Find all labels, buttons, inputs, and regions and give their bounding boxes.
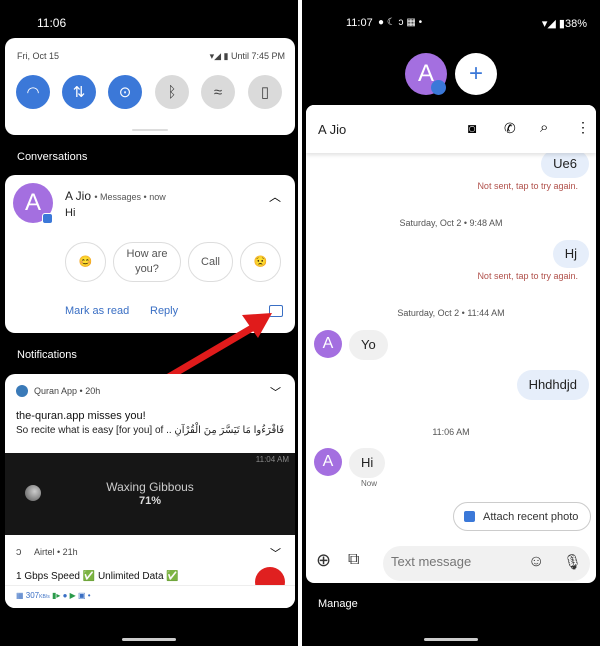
search-icon[interactable]: ⌕ — [540, 119, 548, 136]
nav-handle[interactable] — [424, 638, 478, 641]
quran-notification[interactable]: Quran App • 20h ﹀ the-quran.app misses y… — [5, 374, 295, 453]
status-icons-row: ▦ 307KB/s ▮▸ ● ▶ ▣ • — [5, 585, 295, 608]
chat-window: A Jio ◙ ✆ ⌕ ⋮ Ue6 Not sent, tap to try a… — [306, 105, 596, 583]
message-bubble-out[interactable]: Ue6 — [541, 150, 589, 178]
message-input-container[interactable]: ☺ 🎙 — [383, 546, 590, 581]
nav-handle[interactable] — [122, 638, 176, 641]
app-name: Airtel — [34, 547, 55, 557]
time: 21h — [62, 547, 78, 557]
speed-value: 307 — [25, 591, 40, 600]
quran-header: Quran App • 20h — [34, 386, 101, 396]
quran-body: So recite what is easy [for you] of .. ف… — [16, 425, 285, 436]
video-call-icon[interactable]: ◙ — [468, 120, 476, 136]
chat-header: A Jio ◙ ✆ ⌕ ⋮ — [306, 105, 596, 153]
app-name: Quran App — [34, 386, 78, 396]
expand-chevron-icon[interactable]: ﹀ — [270, 384, 281, 400]
airtel-app-icon: ↄ — [16, 546, 22, 558]
status-time: 11:07 — [346, 17, 373, 29]
airtel-body: 1 Gbps Speed ✅ Unlimited Data ✅ — [16, 571, 179, 582]
timestamp: 11:06 AM — [432, 427, 470, 437]
more-options-icon[interactable]: ⋮ — [576, 119, 590, 136]
airtel-header: Airtel • 21h — [34, 547, 78, 557]
moon-widget: 11:04 AM Waxing Gibbous 71% — [5, 453, 295, 535]
attach-recent-photo-button[interactable]: Attach recent photo — [453, 502, 591, 531]
image-icon — [464, 511, 475, 522]
message-time: Now — [361, 479, 378, 488]
phone-icon[interactable]: ✆ — [504, 120, 516, 137]
moon-phase: Waxing Gibbous — [106, 480, 194, 494]
add-attachment-icon[interactable]: ⊕ — [316, 550, 331, 571]
time: 20h — [85, 386, 101, 396]
quran-title: the-quran.app misses you! — [16, 410, 146, 422]
battery-status: ▾◢ ▮38% — [541, 18, 587, 30]
moon-time: 11:04 AM — [255, 455, 289, 464]
moon-percent: 71% — [138, 495, 162, 507]
message-bubble-out[interactable]: Hhdhdjd — [516, 370, 589, 400]
status-notification-icons: ● ☾ ↄ ▦ • — [378, 17, 423, 28]
message-bubble-in[interactable]: Hi — [349, 448, 386, 478]
manage-button[interactable]: Manage — [318, 598, 358, 610]
add-bubble-button[interactable]: + — [455, 53, 497, 95]
emoji-icon[interactable]: ☺ — [528, 553, 544, 571]
message-bubble-in[interactable]: Yo — [349, 330, 388, 360]
avatar: A — [314, 330, 342, 358]
attach-label: Attach recent photo — [483, 510, 579, 523]
error-status[interactable]: Not sent, tap to try again. — [477, 181, 578, 191]
airtel-notification[interactable]: ↄ Airtel • 21h ﹀ 1 Gbps Speed ✅ Unlimite… — [5, 535, 295, 608]
contact-name: A Jio — [318, 122, 347, 137]
avatar: A — [314, 448, 342, 476]
expand-chevron-icon[interactable]: ﹀ — [270, 545, 281, 561]
notification-shade: 11:06 Fri, Oct 15 ▾◢ ▮ Until 7:45 PM ◠ ⇅… — [0, 0, 298, 646]
microphone-icon[interactable]: 🎙 — [563, 553, 582, 571]
quran-app-icon — [16, 385, 28, 397]
text-message-input[interactable] — [391, 554, 521, 569]
speed-unit: KB/s — [39, 594, 50, 600]
notifications-header: Notifications — [17, 349, 77, 361]
timestamp: Saturday, Oct 2 • 9:48 AM — [399, 218, 503, 228]
chat-bubble-screen: 11:07 ● ☾ ↄ ▦ • ▾◢ ▮38% A + A Jio ◙ ✆ ⌕ … — [302, 0, 600, 646]
battery-percent: 38% — [564, 18, 587, 30]
gallery-icon[interactable]: ⧉ — [348, 551, 359, 569]
message-bubble-out[interactable]: Hj — [552, 240, 589, 268]
messages-badge-icon — [431, 80, 446, 95]
error-status[interactable]: Not sent, tap to try again. — [477, 271, 578, 281]
timestamp: Saturday, Oct 2 • 11:44 AM — [397, 308, 505, 318]
